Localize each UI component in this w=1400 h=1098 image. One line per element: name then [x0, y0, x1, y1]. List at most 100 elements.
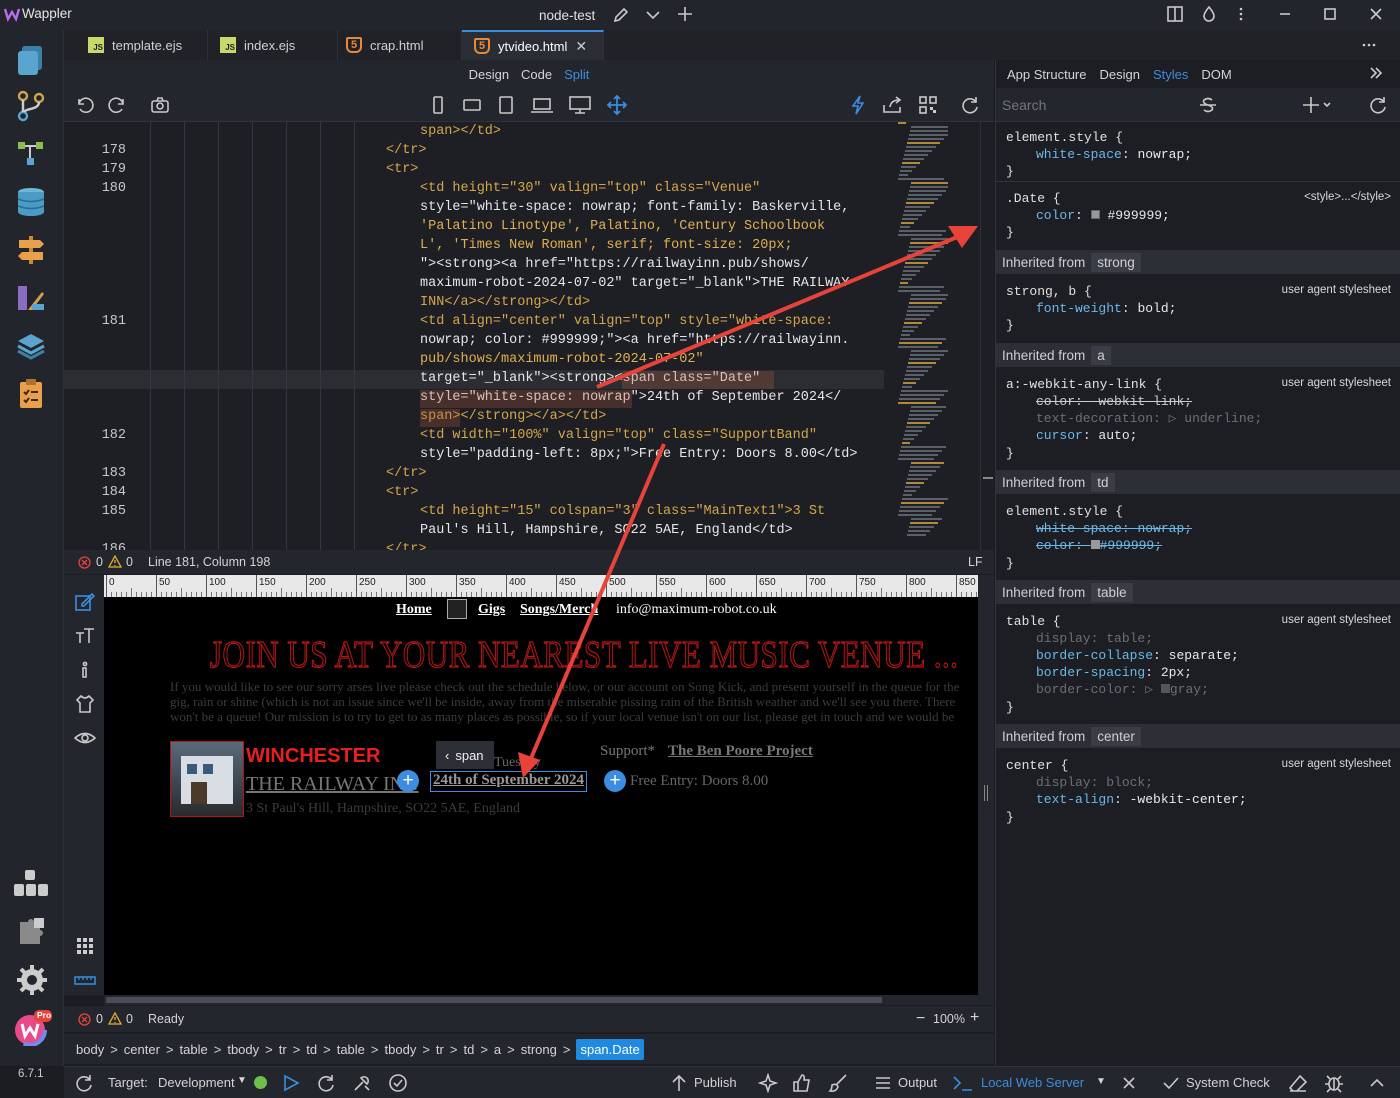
device-phone-landscape-icon[interactable] — [462, 95, 482, 115]
thumbs-up-icon[interactable] — [792, 1073, 812, 1093]
breadcrumb-item[interactable]: body — [76, 1042, 104, 1057]
files-icon[interactable] — [16, 44, 46, 76]
chevron-up-icon[interactable] — [1368, 1073, 1386, 1093]
qr-code-icon[interactable] — [918, 95, 938, 115]
lightning-bolt-icon[interactable] — [848, 94, 868, 116]
tab-index-ejs[interactable]: JS index.ejs — [208, 30, 338, 60]
close-server-icon[interactable] — [1120, 1073, 1138, 1093]
nav-songs-link[interactable]: Songs/Merch — [520, 602, 600, 618]
zoom-in-button[interactable]: + — [970, 1009, 979, 1027]
vertical-splitter[interactable] — [978, 575, 994, 1005]
breadcrumb-item[interactable]: tr — [436, 1042, 444, 1057]
inherited-tag[interactable]: td — [1091, 472, 1115, 492]
tab-dom[interactable]: DOM — [1201, 67, 1231, 82]
undo-icon[interactable] — [74, 95, 94, 115]
color-swatch[interactable] — [1090, 210, 1100, 219]
clothing-style-icon[interactable] — [74, 693, 96, 715]
terminal-icon[interactable] — [952, 1073, 974, 1093]
breadcrumb-item[interactable]: td — [463, 1042, 474, 1057]
restart-icon[interactable] — [316, 1073, 336, 1093]
pencil-icon[interactable] — [612, 6, 630, 24]
server-dropdown-icon[interactable]: ▼ — [1096, 1076, 1106, 1087]
code-minimap[interactable] — [898, 122, 948, 550]
device-desktop-icon[interactable] — [568, 95, 592, 115]
layers-icon[interactable] — [16, 330, 46, 362]
publish-button[interactable]: Publish — [694, 1075, 737, 1090]
sync-icon[interactable] — [74, 1073, 94, 1093]
styles-search-input[interactable] — [1002, 94, 1182, 116]
edit-content-icon[interactable] — [74, 591, 96, 613]
run-play-icon[interactable] — [281, 1073, 301, 1093]
tab-ytvideo-html[interactable]: 5 ytvideo.html ✕ — [462, 30, 604, 60]
refresh-icon[interactable] — [960, 95, 980, 115]
screenshot-camera-icon[interactable] — [150, 95, 170, 115]
strikethrough-filter-icon[interactable] — [1198, 95, 1218, 115]
ruler-toggle-icon[interactable] — [74, 969, 96, 991]
output-button[interactable]: Output — [898, 1075, 937, 1090]
close-window-button[interactable] — [1367, 5, 1385, 23]
style-rule-center[interactable]: center { user agent stylesheet display: … — [996, 750, 1400, 830]
nav-gigs-link[interactable]: Gigs — [478, 602, 505, 618]
tab-design[interactable]: Design — [1100, 67, 1140, 82]
breadcrumb-item[interactable]: tbody — [227, 1042, 259, 1057]
local-web-server-button[interactable]: Local Web Server — [981, 1075, 1084, 1090]
preview-scrollbar[interactable] — [104, 995, 978, 1005]
style-rule-element[interactable]: element.style { white-space: nowrap; } — [996, 122, 1400, 182]
inherited-tag[interactable]: table — [1091, 582, 1133, 602]
system-check-button[interactable]: System Check — [1186, 1075, 1270, 1090]
grid-apps-icon[interactable] — [74, 935, 96, 957]
inherited-tag[interactable]: center — [1091, 726, 1141, 746]
settings-gear-icon[interactable] — [16, 964, 48, 996]
venue-name-link[interactable]: THE RAILWAY INN — [246, 773, 419, 796]
element-selector-tag[interactable]: ‹ span — [436, 741, 494, 769]
share-export-icon[interactable] — [882, 95, 904, 115]
inherited-tag[interactable]: a — [1091, 345, 1111, 365]
project-name[interactable]: node-test — [539, 8, 595, 23]
tab-styles[interactable]: Styles — [1153, 67, 1188, 82]
output-menu-icon[interactable] — [874, 1073, 892, 1093]
wappler-pro-logo-icon[interactable]: Pro — [12, 1010, 52, 1046]
info-icon[interactable] — [74, 659, 96, 681]
code-scrollbar[interactable] — [980, 122, 994, 550]
eraser-icon[interactable] — [1288, 1073, 1308, 1093]
eye-visibility-icon[interactable] — [74, 727, 96, 749]
breadcrumb-item[interactable]: a — [494, 1042, 501, 1057]
move-arrows-icon[interactable] — [606, 94, 628, 116]
breadcrumb-item[interactable]: center — [124, 1042, 160, 1057]
device-phone-icon[interactable] — [428, 95, 448, 115]
checklist-icon[interactable] — [16, 378, 46, 410]
view-mode-split[interactable]: Split — [564, 67, 589, 82]
chevron-down-icon[interactable] — [644, 6, 662, 24]
code-editor[interactable]: 178 179 180 181 182 183 184 185 186 span… — [64, 122, 994, 550]
bug-debug-icon[interactable] — [1324, 1073, 1344, 1093]
maximize-button[interactable] — [1321, 5, 1339, 23]
panel-layout-icon[interactable] — [1166, 5, 1184, 23]
style-rule-strong[interactable]: strong, b { user agent stylesheet font-w… — [996, 276, 1400, 338]
zoom-level[interactable]: 100% — [933, 1012, 965, 1026]
workflow-icon[interactable] — [16, 138, 46, 168]
more-vertical-icon[interactable] — [1232, 5, 1250, 23]
design-preview[interactable]: Home Gigs Songs/Merch info@maximum-robot… — [104, 597, 978, 995]
collapse-panel-icon[interactable] — [1368, 65, 1384, 81]
routing-signpost-icon[interactable] — [16, 234, 46, 266]
style-rule-a-link[interactable]: a:-webkit-any-link { user agent styleshe… — [996, 369, 1400, 467]
tab-app-structure[interactable]: App Structure — [1007, 67, 1087, 82]
check-icon[interactable] — [1162, 1073, 1180, 1093]
brush-clean-icon[interactable] — [828, 1073, 848, 1093]
typography-icon[interactable] — [74, 625, 96, 647]
add-rule-icon[interactable] — [1302, 95, 1332, 115]
git-branch-icon[interactable] — [16, 90, 46, 122]
minimize-button[interactable] — [1276, 5, 1294, 23]
support-band-link[interactable]: The Ben Poore Project — [668, 743, 813, 760]
zoom-out-button[interactable]: − — [916, 1010, 925, 1028]
plugins-puzzle-icon[interactable] — [16, 916, 48, 948]
add-project-icon[interactable] — [676, 5, 694, 23]
close-tab-icon[interactable]: ✕ — [575, 38, 587, 55]
view-mode-design[interactable]: Design — [469, 67, 509, 82]
view-mode-code[interactable]: Code — [521, 67, 552, 82]
tab-overflow-icon[interactable] — [1360, 36, 1378, 54]
prop-name[interactable]: color — [1036, 208, 1075, 223]
inherited-tag[interactable]: strong — [1091, 252, 1141, 272]
device-laptop-icon[interactable] — [530, 95, 554, 115]
magic-sparkle-icon[interactable] — [758, 1073, 778, 1093]
